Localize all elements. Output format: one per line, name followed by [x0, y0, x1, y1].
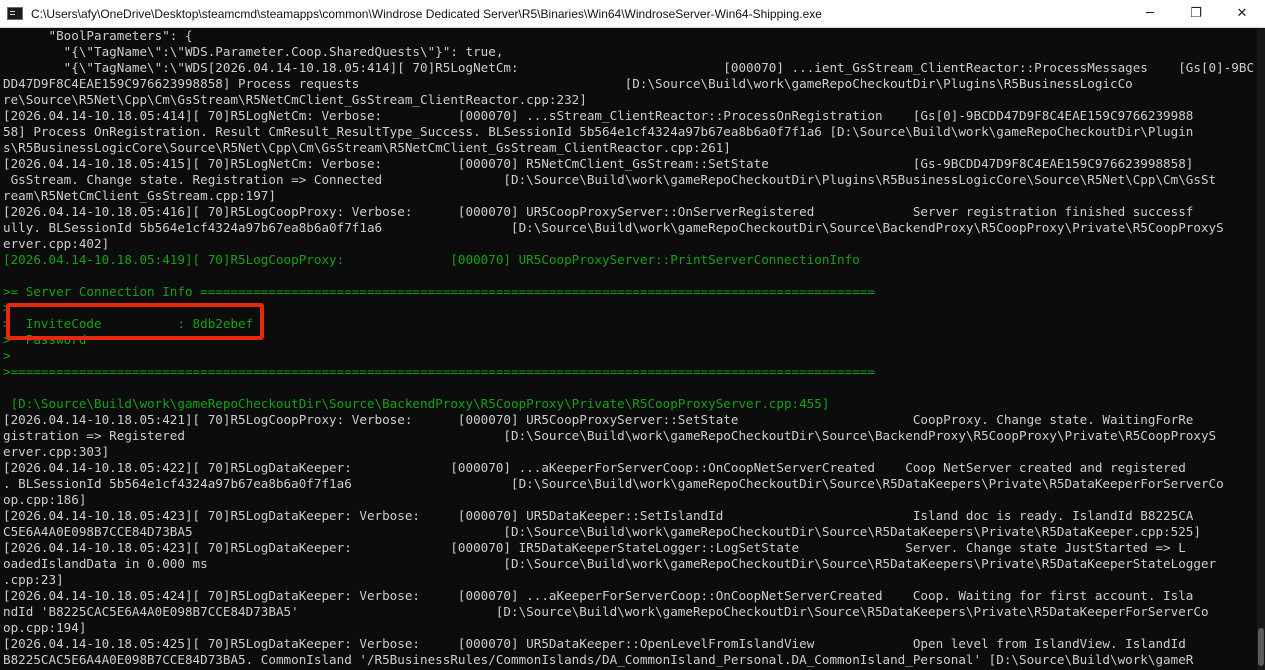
console-line: re\Source\R5Net\Cpp\Cm\GsStream\R5NetCmC…	[3, 92, 587, 107]
console-line: oadedIslandData in 0.000 ms [D:\Source\B…	[3, 556, 1217, 571]
console-line: 58] Process OnRegistration. Result CmRes…	[3, 124, 1194, 139]
console-line: GsStream. Change state. Registration => …	[3, 172, 1217, 187]
console-line: . BLSessionId 5b564e1cf4324a97b67ea8b6a0…	[3, 476, 1224, 491]
console-line: "{\"TagName\":\"WDS[2026.04.14-10.18.05:…	[3, 60, 1255, 75]
console-line: [2026.04.14-10.18.05:422][ 70]R5LogDataK…	[3, 460, 1186, 475]
console-line: >	[3, 300, 11, 315]
console-window: C:\Users\afy\OneDrive\Desktop\steamcmd\s…	[0, 0, 1265, 670]
console-line: [2026.04.14-10.18.05:425][ 70]R5LogDataK…	[3, 636, 1186, 651]
console-line: [2026.04.14-10.18.05:416][ 70]R5LogCoopP…	[3, 204, 1194, 219]
console-line: .cpp:23]	[3, 572, 64, 587]
console-line: [D:\Source\Build\work\gameRepoCheckoutDi…	[3, 396, 830, 411]
console-line: [2026.04.14-10.18.05:414][ 70]R5LogNetCm…	[3, 108, 1194, 123]
title-bar[interactable]: C:\Users\afy\OneDrive\Desktop\steamcmd\s…	[0, 0, 1265, 28]
console-line: >	[3, 348, 11, 363]
window-controls: ─ ❐ ✕	[1127, 0, 1265, 28]
window-title: C:\Users\afy\OneDrive\Desktop\steamcmd\s…	[31, 6, 822, 21]
console-app-icon	[7, 7, 23, 20]
console-line: >= Server Connection Info ==============…	[3, 284, 875, 299]
console-line: C5E6A4A0E098B7CCE84D73BA5 [D:\Source\Bui…	[3, 524, 1201, 539]
vertical-scrollbar[interactable]	[1257, 28, 1265, 670]
close-button[interactable]: ✕	[1219, 0, 1265, 28]
console-line: >=======================================…	[3, 364, 875, 379]
console-line: s\R5BusinessLogicCore\Source\R5Net\Cpp\C…	[3, 140, 731, 155]
console-line: [2026.04.14-10.18.05:415][ 70]R5LogNetCm…	[3, 156, 1194, 171]
scrollbar-thumb[interactable]	[1258, 628, 1264, 666]
console-output[interactable]: "BoolParameters": { "{\"TagName\":\"WDS.…	[0, 28, 1257, 670]
console-line: gistration => Registered [D:\Source\Buil…	[3, 428, 1217, 443]
console-line: ndId 'B8225CAC5E6A4A0E098B7CCE84D73BA5' …	[3, 604, 1209, 619]
console-line: [2026.04.14-10.18.05:423][ 70]R5LogDataK…	[3, 540, 1186, 555]
console-line: "BoolParameters": {	[3, 28, 193, 43]
minimize-button[interactable]: ─	[1127, 0, 1173, 28]
console-line: B8225CAC5E6A4A0E098B7CCE84D73BA5. Common…	[3, 652, 1194, 667]
console-line: [2026.04.14-10.18.05:419][ 70]R5LogCoopP…	[3, 252, 860, 267]
console-line: ully. BLSessionId 5b564e1cf4324a97b67ea8…	[3, 220, 1224, 235]
console-line: [2026.04.14-10.18.05:421][ 70]R5LogCoopP…	[3, 412, 1194, 427]
maximize-button[interactable]: ❐	[1173, 0, 1219, 28]
console-line: erver.cpp:303]	[3, 444, 110, 459]
console-line: erver.cpp:402]	[3, 236, 110, 251]
console-line: "{\"TagName\":\"WDS.Parameter.Coop.Share…	[3, 44, 504, 59]
console-line: DD47D9F8C4EAE159C976623998858] Process r…	[3, 76, 1133, 91]
console-line: ream\R5NetCmClient_GsStream.cpp:197]	[3, 188, 276, 203]
console-line: > InviteCode : 8db2ebef	[3, 316, 254, 331]
console-line: > Password	[3, 332, 87, 347]
console-line: [2026.04.14-10.18.05:424][ 70]R5LogDataK…	[3, 588, 1194, 603]
console-line: op.cpp:194]	[3, 620, 87, 635]
console-line: [2026.04.14-10.18.05:423][ 70]R5LogDataK…	[3, 508, 1194, 523]
console-line: op.cpp:186]	[3, 492, 87, 507]
